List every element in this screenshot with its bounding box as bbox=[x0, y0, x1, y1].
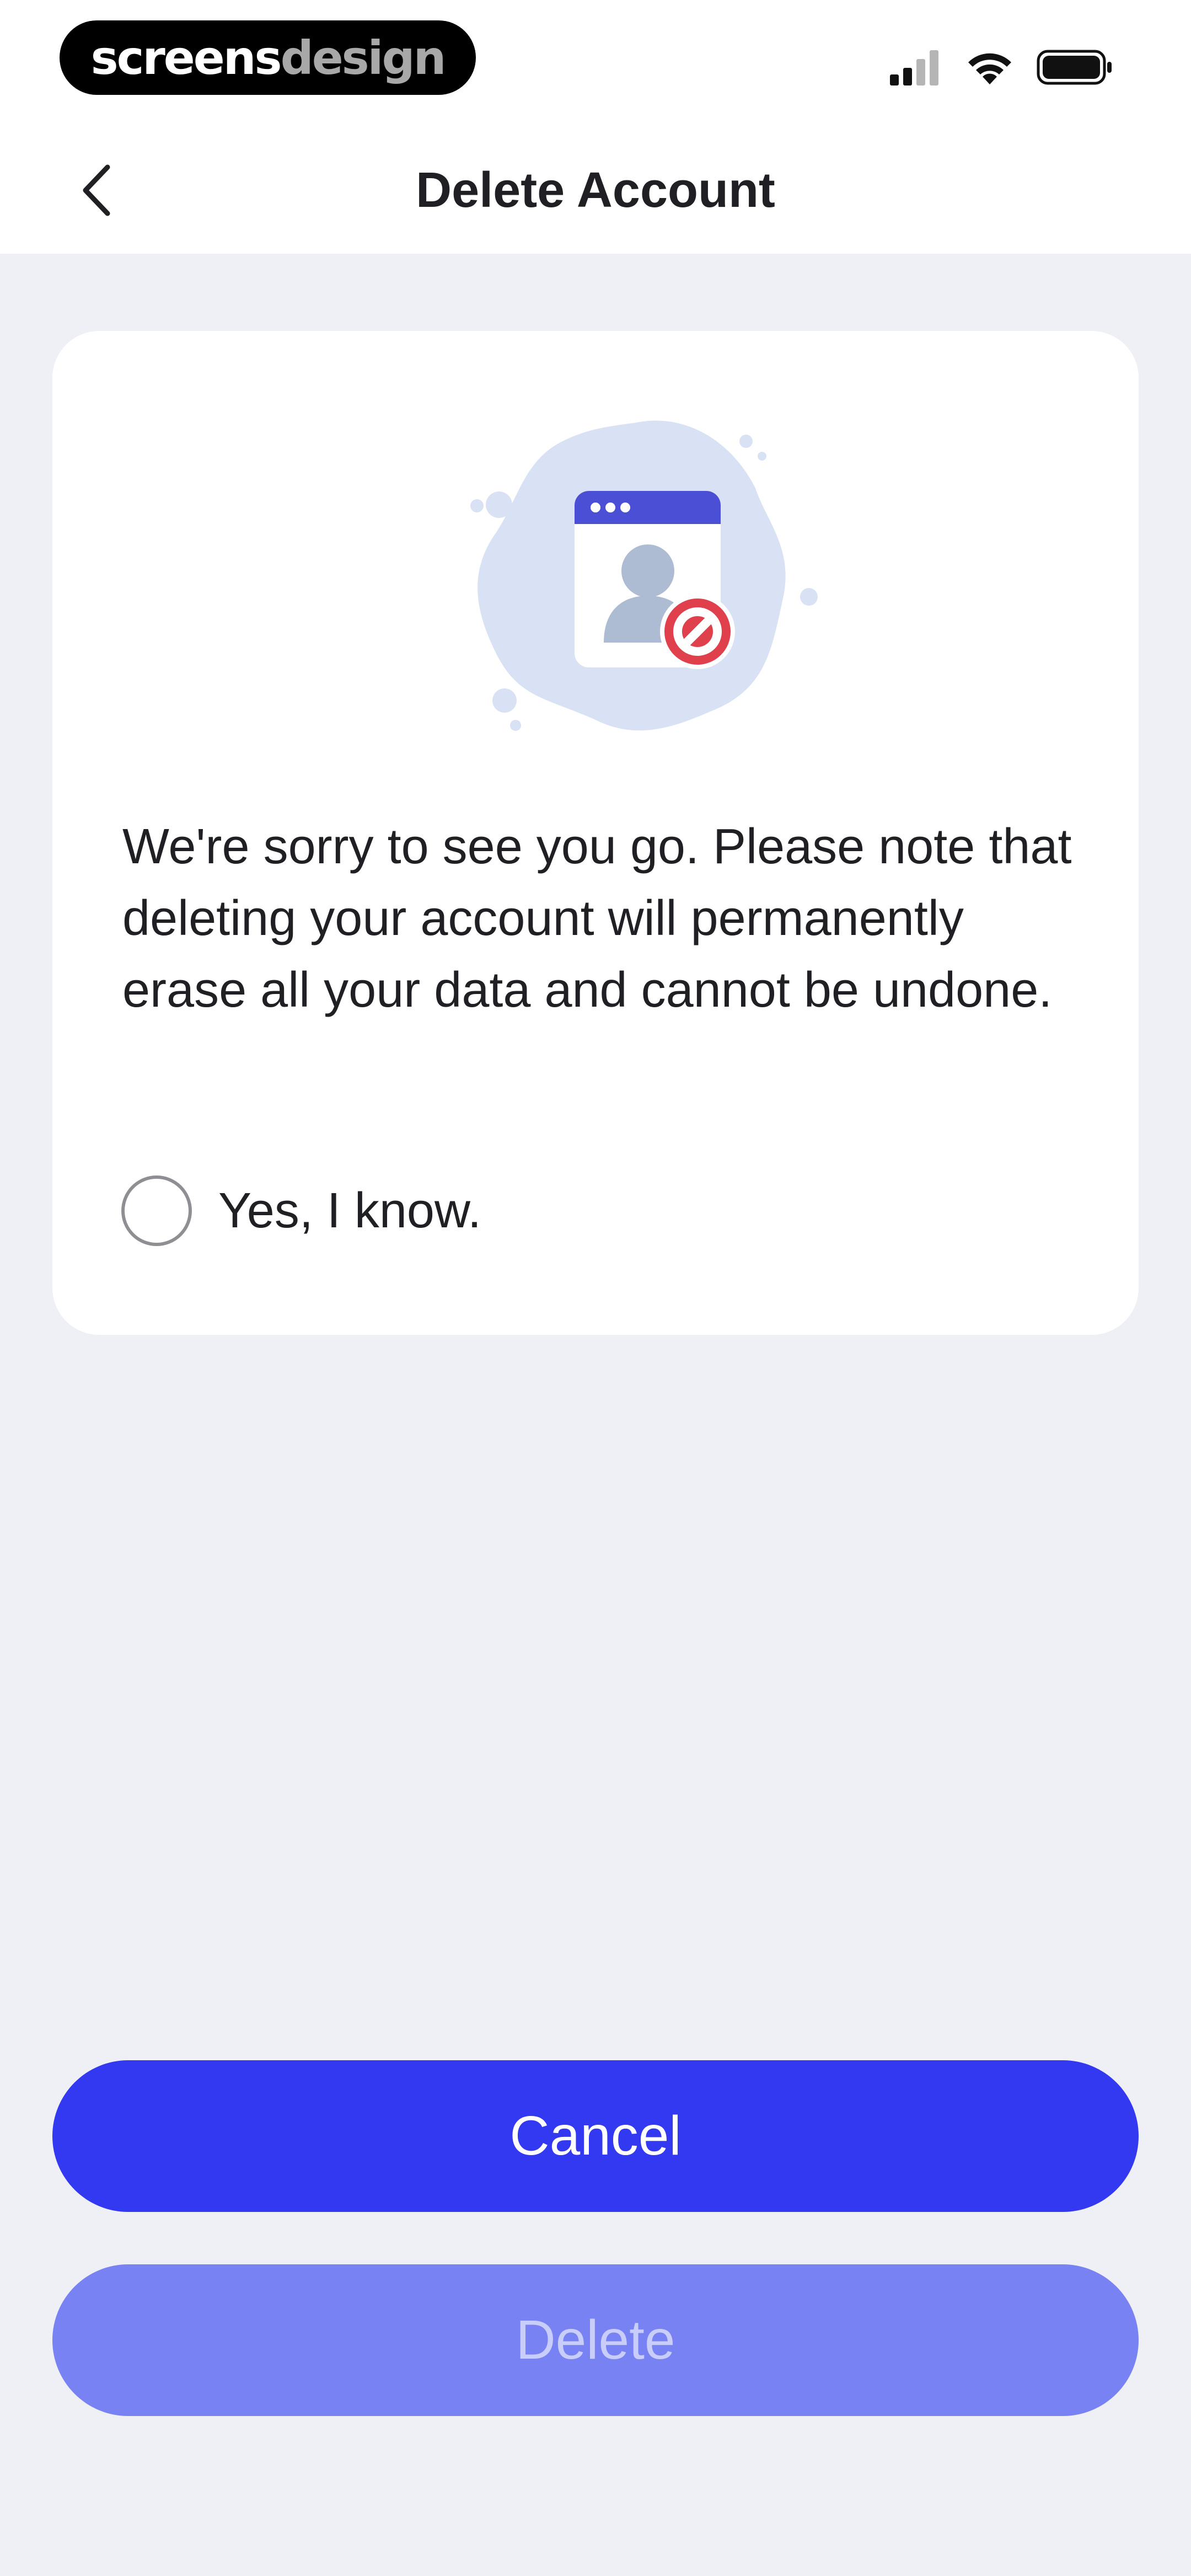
confirm-radio[interactable] bbox=[121, 1175, 192, 1246]
cancel-button[interactable]: Cancel bbox=[52, 2060, 1139, 2212]
brand-logo-primary: screens bbox=[90, 30, 282, 85]
confirm-checkbox[interactable]: Yes, I know. bbox=[121, 1172, 481, 1249]
brand-logo-secondary: design bbox=[280, 30, 447, 85]
cellular-signal-icon bbox=[890, 50, 938, 85]
deletion-warning-text: We're sorry to see you go. Please note t… bbox=[122, 819, 1072, 1018]
blocked-user-icon bbox=[470, 420, 818, 731]
wifi-icon bbox=[968, 53, 1011, 84]
navigation-bar: Delete Account bbox=[0, 127, 1191, 254]
brand-logo: screens design bbox=[60, 20, 476, 95]
delete-button[interactable]: Delete bbox=[52, 2264, 1139, 2416]
status-icons bbox=[888, 45, 1114, 89]
page-title: Delete Account bbox=[416, 163, 775, 218]
battery-icon bbox=[1037, 50, 1112, 85]
confirm-label: Yes, I know. bbox=[218, 1183, 481, 1238]
status-bar: screens design bbox=[0, 0, 1191, 127]
delete-account-card: We're sorry to see you go. Please note t… bbox=[52, 331, 1139, 1335]
